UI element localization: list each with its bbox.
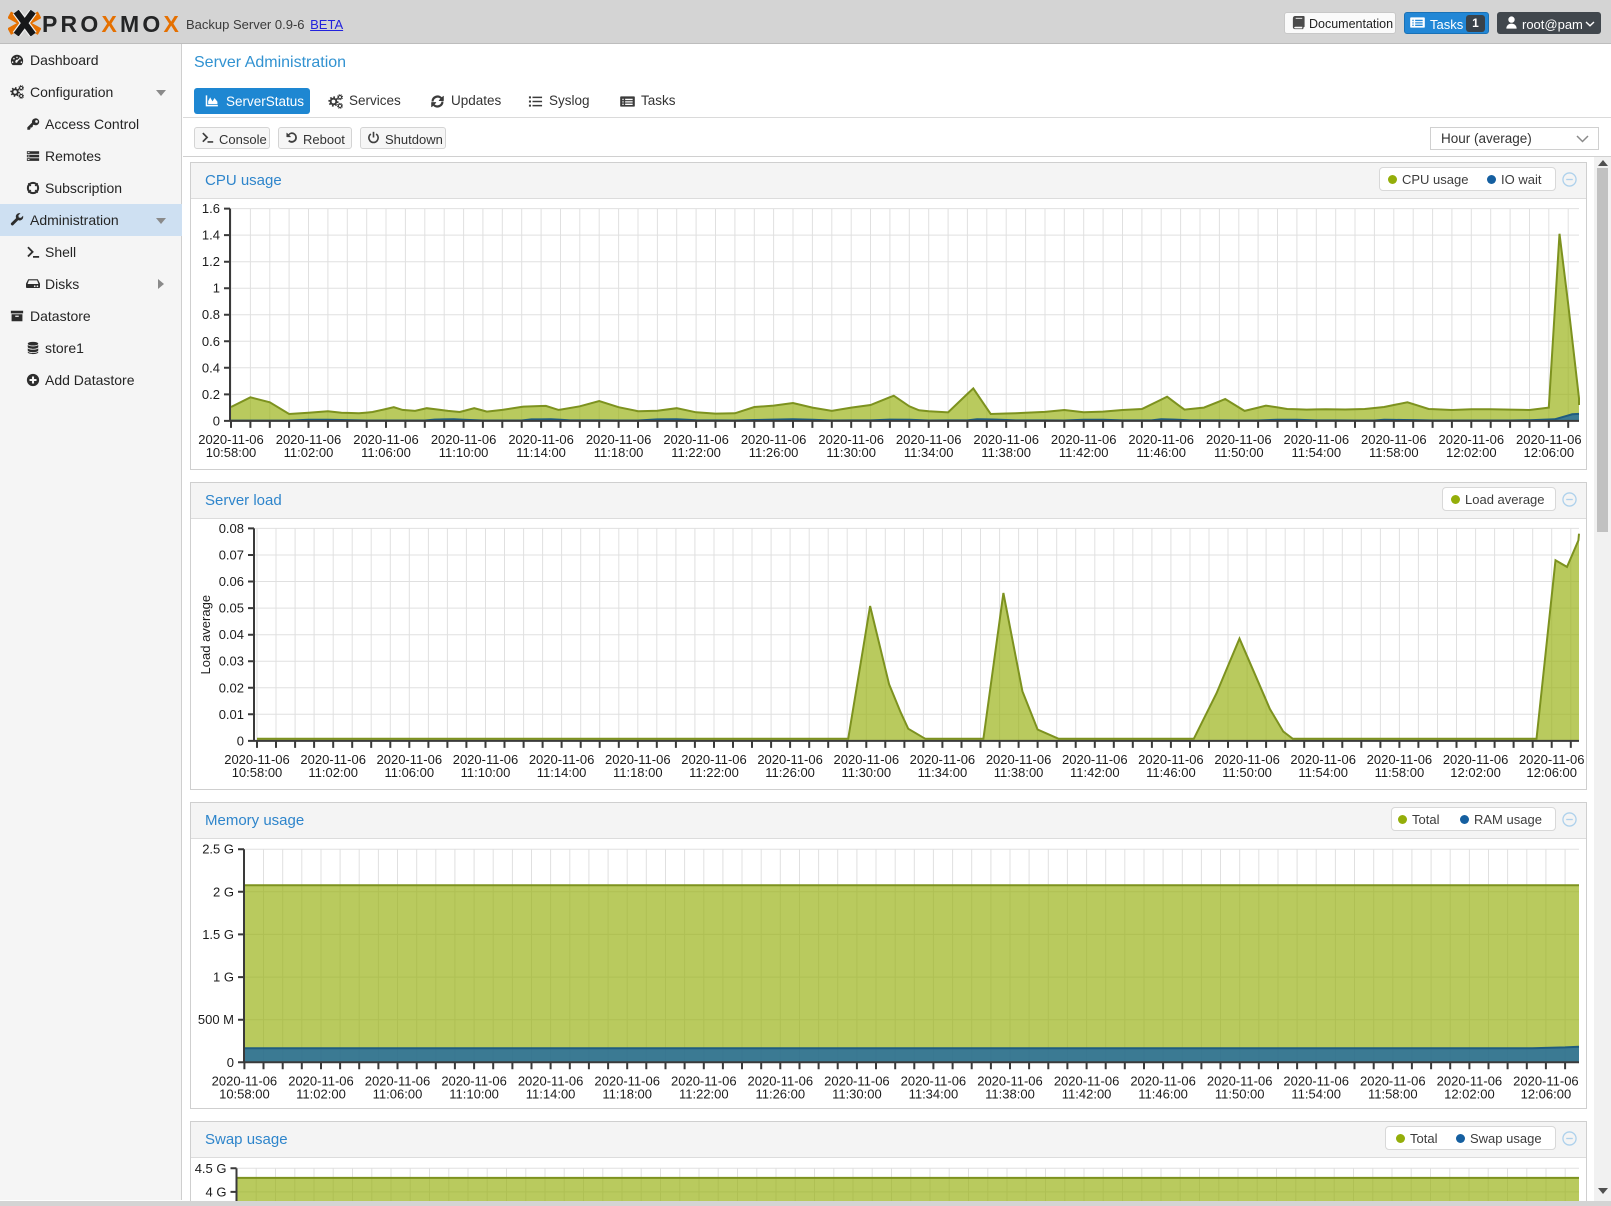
svg-text:11:50:00: 11:50:00 (1214, 445, 1264, 460)
svg-text:11:18:00: 11:18:00 (602, 1086, 652, 1101)
svg-text:0.8: 0.8 (202, 307, 220, 322)
svg-text:0: 0 (227, 1055, 234, 1070)
svg-text:10:58:00: 10:58:00 (219, 1086, 270, 1101)
svg-text:11:06:00: 11:06:00 (384, 765, 434, 780)
svg-text:0.06: 0.06 (219, 574, 244, 589)
svg-text:11:26:00: 11:26:00 (755, 1086, 805, 1101)
svg-text:11:18:00: 11:18:00 (613, 765, 663, 780)
svg-text:11:06:00: 11:06:00 (361, 445, 411, 460)
svg-text:0.08: 0.08 (219, 521, 244, 536)
svg-text:11:34:00: 11:34:00 (909, 1086, 959, 1101)
svg-text:1: 1 (213, 281, 220, 296)
svg-text:11:10:00: 11:10:00 (439, 445, 489, 460)
svg-text:11:46:00: 11:46:00 (1138, 1086, 1188, 1101)
svg-text:500 M: 500 M (198, 1012, 234, 1027)
svg-text:11:14:00: 11:14:00 (537, 765, 587, 780)
svg-text:11:54:00: 11:54:00 (1291, 1086, 1341, 1101)
svg-text:11:10:00: 11:10:00 (449, 1086, 499, 1101)
svg-text:1.6: 1.6 (202, 201, 220, 216)
svg-text:0.02: 0.02 (219, 680, 244, 695)
svg-text:0.4: 0.4 (202, 360, 220, 375)
svg-text:0.01: 0.01 (219, 707, 244, 722)
svg-text:4.5 G: 4.5 G (195, 1161, 227, 1176)
svg-text:11:50:00: 11:50:00 (1222, 765, 1272, 780)
svg-text:12:02:00: 12:02:00 (1450, 765, 1501, 780)
svg-text:11:38:00: 11:38:00 (985, 1086, 1035, 1101)
svg-text:11:42:00: 11:42:00 (1062, 1086, 1112, 1101)
svg-text:0: 0 (213, 413, 220, 428)
svg-text:0.2: 0.2 (202, 387, 220, 402)
svg-text:11:50:00: 11:50:00 (1215, 1086, 1265, 1101)
svg-text:11:22:00: 11:22:00 (679, 1086, 729, 1101)
svg-text:11:30:00: 11:30:00 (832, 1086, 882, 1101)
svg-text:11:02:00: 11:02:00 (308, 765, 358, 780)
svg-text:11:26:00: 11:26:00 (749, 445, 799, 460)
svg-text:0.6: 0.6 (202, 334, 220, 349)
svg-text:11:02:00: 11:02:00 (296, 1086, 346, 1101)
svg-text:11:46:00: 11:46:00 (1146, 765, 1196, 780)
svg-text:11:26:00: 11:26:00 (765, 765, 815, 780)
svg-text:11:22:00: 11:22:00 (671, 445, 721, 460)
svg-text:11:54:00: 11:54:00 (1298, 765, 1348, 780)
svg-text:11:10:00: 11:10:00 (461, 765, 511, 780)
svg-text:2.5 G: 2.5 G (202, 842, 234, 857)
svg-text:11:22:00: 11:22:00 (689, 765, 739, 780)
svg-text:11:30:00: 11:30:00 (841, 765, 891, 780)
svg-text:12:06:00: 12:06:00 (1521, 1086, 1572, 1101)
svg-text:4 G: 4 G (206, 1184, 227, 1199)
svg-text:11:06:00: 11:06:00 (373, 1086, 423, 1101)
svg-text:11:58:00: 11:58:00 (1369, 445, 1419, 460)
svg-text:12:06:00: 12:06:00 (1523, 445, 1574, 460)
svg-text:11:02:00: 11:02:00 (284, 445, 334, 460)
svg-text:12:02:00: 12:02:00 (1444, 1086, 1495, 1101)
svg-text:12:02:00: 12:02:00 (1446, 445, 1497, 460)
svg-text:1.5 G: 1.5 G (202, 927, 234, 942)
svg-text:11:14:00: 11:14:00 (516, 445, 566, 460)
svg-text:Load average: Load average (198, 595, 213, 675)
svg-text:2 G: 2 G (213, 884, 234, 899)
svg-text:11:34:00: 11:34:00 (904, 445, 954, 460)
svg-text:0: 0 (237, 733, 244, 748)
svg-text:12:06:00: 12:06:00 (1526, 765, 1577, 780)
svg-text:0.04: 0.04 (219, 627, 244, 642)
svg-text:11:30:00: 11:30:00 (826, 445, 876, 460)
svg-text:10:58:00: 10:58:00 (206, 445, 257, 460)
svg-text:11:58:00: 11:58:00 (1368, 1086, 1418, 1101)
svg-text:11:54:00: 11:54:00 (1291, 445, 1341, 460)
svg-text:0.03: 0.03 (219, 654, 244, 669)
svg-text:1 G: 1 G (213, 970, 234, 985)
svg-text:11:42:00: 11:42:00 (1059, 445, 1109, 460)
svg-text:11:14:00: 11:14:00 (526, 1086, 576, 1101)
svg-text:11:58:00: 11:58:00 (1375, 765, 1425, 780)
svg-text:11:34:00: 11:34:00 (918, 765, 968, 780)
svg-text:11:42:00: 11:42:00 (1070, 765, 1120, 780)
svg-text:10:58:00: 10:58:00 (232, 765, 283, 780)
svg-text:1.2: 1.2 (202, 254, 220, 269)
svg-text:1.4: 1.4 (202, 228, 220, 243)
svg-text:11:18:00: 11:18:00 (594, 445, 644, 460)
svg-text:0.07: 0.07 (219, 548, 244, 563)
svg-text:0.05: 0.05 (219, 601, 244, 616)
svg-text:11:38:00: 11:38:00 (994, 765, 1044, 780)
svg-text:11:46:00: 11:46:00 (1136, 445, 1186, 460)
svg-text:11:38:00: 11:38:00 (981, 445, 1031, 460)
